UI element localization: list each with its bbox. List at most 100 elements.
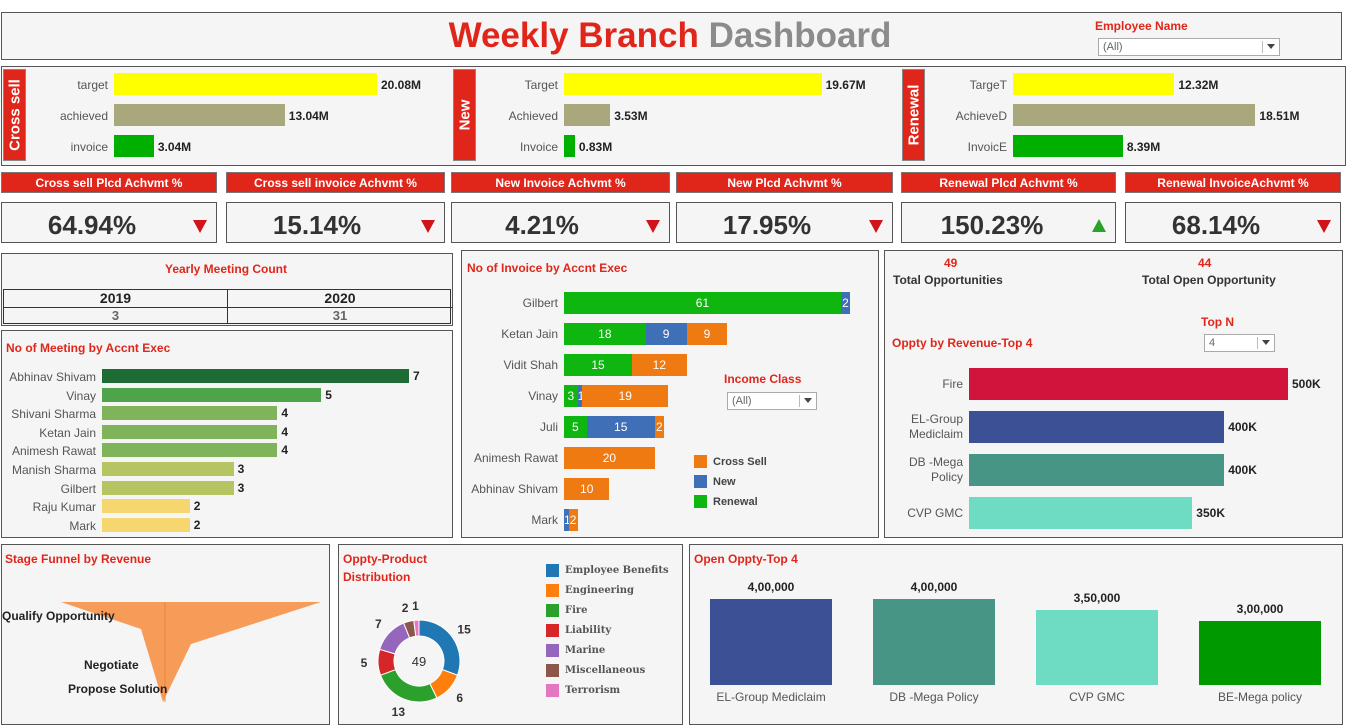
- donut-legend-label: Fire: [565, 605, 588, 616]
- chevron-down-icon: [1262, 340, 1270, 345]
- donut-legend-swatch: [546, 564, 559, 577]
- title-part1: Weekly Branch: [448, 16, 699, 55]
- invoice-segment-cross: 2: [568, 509, 578, 531]
- revenue-name-line1: DB -Mega: [908, 455, 963, 469]
- trend-down-icon: [193, 220, 207, 233]
- open-top-bar: [873, 599, 995, 685]
- meeting-exec-label: Shivani Sharma: [11, 407, 96, 422]
- meeting-value: 4: [281, 424, 289, 439]
- donut-legend-swatch: [546, 684, 559, 697]
- employee-filter-label: Employee Name: [1095, 19, 1188, 33]
- kpi-card: 15.14%: [226, 202, 445, 243]
- donut-legend-label: Terrorism: [565, 685, 621, 696]
- meeting-value: 4: [281, 443, 289, 458]
- kpi-header: Cross sell invoice Achvmt %: [226, 172, 445, 193]
- metric-bar: [564, 135, 575, 157]
- income-class-label: Income Class: [724, 372, 802, 386]
- invoice-segment-new: 15: [586, 416, 655, 438]
- metric-label: target: [77, 78, 108, 92]
- kpi-header: New Plcd Achvmt %: [676, 172, 893, 193]
- trend-down-icon: [1317, 220, 1331, 233]
- donut-legend-swatch: [546, 604, 559, 617]
- revenue-bar: [969, 411, 1225, 443]
- revenue-value: 350K: [1196, 506, 1225, 520]
- revenue-value: 400K: [1228, 463, 1257, 477]
- group-label-text: Renewal: [905, 84, 922, 146]
- invoice-exec-label: Vinay: [528, 389, 558, 403]
- year-2019-header: 2019: [4, 290, 228, 308]
- kpi-header: New Invoice Achvmt %: [451, 172, 670, 193]
- revenue-title: Oppty by Revenue-Top 4: [892, 336, 1033, 350]
- donut-legend-swatch: [546, 644, 559, 657]
- meeting-bar: [102, 517, 190, 532]
- meeting-exec-label: Vinay: [66, 388, 96, 403]
- meeting-bar: [102, 443, 278, 458]
- metric-label: Invoice: [519, 140, 558, 154]
- kpi-card: 150.23%: [901, 202, 1116, 243]
- meeting-bar: [102, 462, 234, 476]
- metric-label: Achieved: [508, 109, 558, 123]
- invoice-exec-label: Gilbert: [522, 296, 558, 310]
- income-class-select[interactable]: (All): [727, 392, 817, 410]
- metric-label: InvoicE: [967, 140, 1007, 154]
- funnel-chart: [61, 602, 321, 702]
- employee-filter-value: (All): [1103, 41, 1123, 53]
- meeting-exec-label: Mark: [69, 518, 96, 533]
- funnel-stage-negotiate: Negotiate: [84, 658, 139, 672]
- donut-legend-label: Marine: [565, 645, 606, 656]
- meeting-exec-label: Manish Sharma: [11, 463, 96, 477]
- meeting-value: 4: [281, 406, 289, 421]
- chevron-down-icon: [804, 398, 812, 403]
- revenue-name-line2: Policy: [930, 470, 963, 484]
- metric-label: TargeT: [969, 78, 1007, 92]
- legend-swatch: [694, 455, 707, 468]
- invoice-segment-new: 2: [840, 292, 850, 314]
- total-opportunities-label: Total Opportunities: [893, 273, 1003, 287]
- trend-down-icon: [869, 220, 883, 233]
- meeting-exec-label: Gilbert: [60, 481, 96, 496]
- donut-slice-label: 5: [361, 656, 368, 670]
- invoice-segment-new: 9: [645, 323, 687, 345]
- kpi-header: Cross sell Plcd Achvmt %: [1, 172, 217, 193]
- metric-bar: [114, 135, 154, 157]
- employee-filter-select[interactable]: (All): [1098, 38, 1280, 56]
- revenue-name-line2: Mediclaim: [908, 427, 963, 441]
- invoice-exec-label: Animesh Rawat: [473, 451, 558, 465]
- group-label-0: Cross sell: [3, 69, 26, 161]
- revenue-name-line1: CVP GMC: [907, 506, 963, 520]
- yearly-meeting-title: Yearly Meeting Count: [164, 262, 288, 276]
- metric-label: AchieveD: [955, 109, 1007, 123]
- meeting-title: No of Meeting by Accnt Exec: [6, 341, 171, 355]
- legend-swatch: [694, 495, 707, 508]
- metric-value: 13.04M: [288, 109, 329, 123]
- topn-select[interactable]: 4: [1204, 334, 1275, 352]
- donut-slice-label: 2: [402, 601, 409, 615]
- donut-legend-swatch: [546, 664, 559, 677]
- open-top-value: 3,00,000: [1236, 601, 1284, 616]
- invoice-segment-cross: 9: [686, 323, 728, 345]
- donut-center-value: 49: [412, 654, 426, 669]
- donut-slice-label: 7: [375, 617, 382, 631]
- metric-value: 18.51M: [1259, 109, 1300, 123]
- kpi-value: 15.14%: [272, 210, 362, 240]
- metric-value: 19.67M: [825, 78, 866, 92]
- funnel-stage-propose: Propose Solution: [68, 682, 168, 696]
- metric-label: invoice: [70, 140, 108, 154]
- legend-label: Renewal: [713, 496, 758, 508]
- open-top-bar: [710, 599, 832, 685]
- open-top-category: DB -Mega Policy: [889, 690, 979, 704]
- topn-value: 4: [1209, 337, 1216, 349]
- open-top-value: 4,00,000: [747, 580, 795, 594]
- open-opportunities-label: Total Open Opportunity: [1142, 273, 1276, 287]
- group-label-1: New: [453, 69, 476, 161]
- meeting-value: 2: [193, 499, 201, 514]
- kpi-value: 68.14%: [1171, 210, 1261, 240]
- metric-bar: [114, 104, 285, 126]
- meeting-value: 2: [193, 517, 201, 532]
- invoice-segment-cross: 12: [632, 354, 687, 376]
- donut-legend-label: Employee Benefits: [565, 565, 669, 576]
- donut-slice-label: 6: [456, 691, 463, 705]
- revenue-value: 500K: [1292, 377, 1321, 391]
- meeting-value: 7: [413, 369, 420, 383]
- kpi-card: 68.14%: [1125, 202, 1341, 243]
